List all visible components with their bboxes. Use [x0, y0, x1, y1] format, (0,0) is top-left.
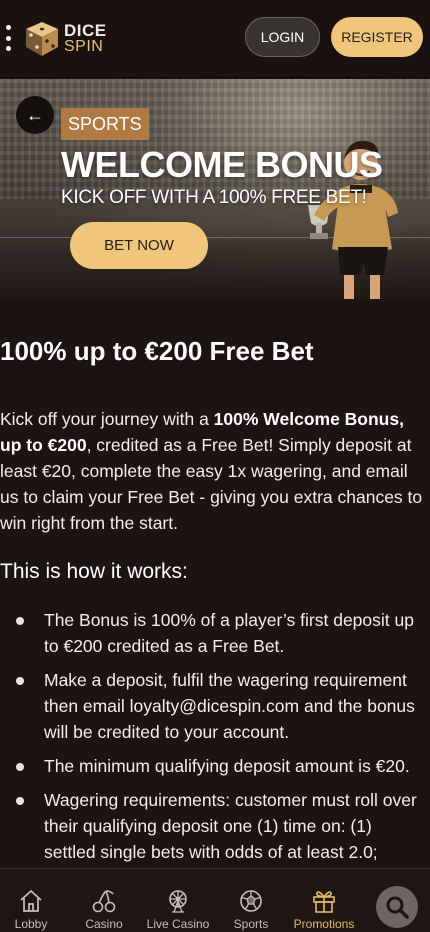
list-item: The minimum qualifying deposit amount is… [0, 753, 430, 779]
logo[interactable]: DICE SPIN [22, 20, 112, 58]
list-item: The Bonus is 100% of a player’s first de… [0, 607, 430, 659]
promo-intro: Kick off your journey with a 100% Welcom… [0, 406, 428, 536]
nav-item-casino[interactable]: Casino [82, 869, 126, 932]
home-icon [20, 889, 42, 912]
nav-label-casino: Casino [85, 917, 123, 931]
logo-line1: DICE [64, 21, 107, 40]
terms-list: The Bonus is 100% of a player’s first de… [0, 607, 430, 873]
nav-label-lobby: Lobby [14, 917, 48, 931]
nav-label-live-casino: Live Casino [146, 917, 210, 931]
top-header: DICE SPIN LOGIN REGISTER [0, 0, 430, 78]
bet-now-button[interactable]: BET NOW [70, 222, 208, 269]
search-button[interactable] [376, 886, 418, 928]
nav-label-promotions: Promotions [293, 917, 355, 931]
logo-text: DICE SPIN [64, 21, 107, 55]
nav-item-live-casino[interactable]: Live Casino [143, 869, 213, 932]
list-item: Make a deposit, fulfil the wagering requ… [0, 667, 430, 745]
logo-line2: SPIN [64, 38, 104, 55]
register-button[interactable]: REGISTER [331, 17, 423, 57]
soccer-ball-icon [240, 890, 262, 912]
nav-item-promotions[interactable]: Promotions [289, 869, 359, 932]
page: DICE SPIN LOGIN REGISTER ← SPORTS WELCOM… [0, 0, 430, 932]
nav-item-lobby[interactable]: Lobby [10, 869, 52, 932]
category-tag: SPORTS [61, 108, 149, 140]
how-it-works-heading: This is how it works: [0, 560, 188, 583]
gift-icon [313, 891, 335, 913]
promo-heading: 100% up to €200 Free Bet [0, 336, 314, 366]
dice-icon [26, 22, 58, 56]
bottom-nav: Lobby Casino Live Casino Sports Promotio… [0, 868, 430, 932]
intro-text-1: Kick off your journey with a [0, 409, 214, 429]
ferris-wheel-icon [169, 890, 187, 913]
nav-item-sports[interactable]: Sports [229, 869, 273, 932]
login-button[interactable]: LOGIN [245, 17, 320, 57]
hero-title: WELCOME BONUS [61, 144, 383, 185]
back-arrow-icon[interactable]: ← [16, 96, 54, 134]
nav-label-sports: Sports [233, 917, 269, 931]
list-item: Wagering requirements: customer must rol… [0, 787, 430, 865]
menu-icon[interactable] [4, 25, 12, 51]
cherries-icon [92, 890, 116, 913]
search-icon [386, 896, 409, 919]
hero-subtitle: KICK OFF WITH A 100% FREE BET! [61, 187, 367, 208]
hero-banner: ← SPORTS WELCOME BONUS KICK OFF WITH A 1… [0, 79, 430, 299]
